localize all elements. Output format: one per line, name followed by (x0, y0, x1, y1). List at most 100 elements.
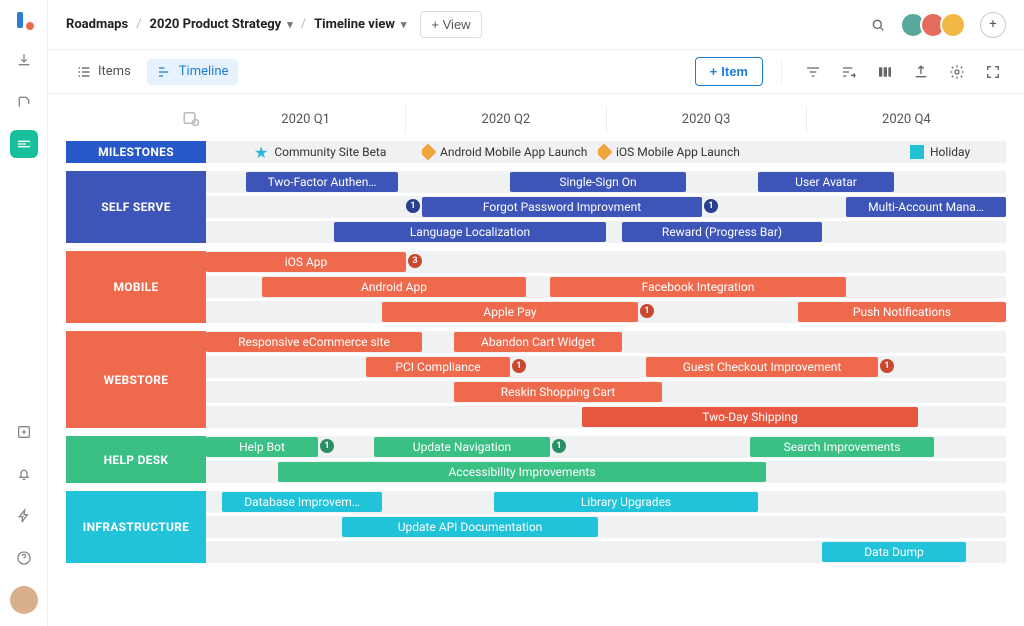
timeline-bar[interactable]: Multi-Account Mana… (846, 197, 1006, 217)
timeline-row: Responsive eCommerce site Abandon Cart Wi… (206, 331, 1006, 353)
milestone-marker[interactable]: iOS Mobile App Launch (598, 142, 740, 162)
bar-label: Reward (Progress Bar) (662, 225, 782, 239)
bar-label: Two-Factor Authen… (268, 175, 377, 189)
swimlane-label[interactable]: WEBSTORE (66, 331, 206, 428)
count-badge[interactable]: 1 (880, 359, 894, 373)
timeline-bar[interactable]: Single-Sign On (510, 172, 686, 192)
bar-label: Facebook Integration (642, 280, 755, 294)
items-tab[interactable]: Items (66, 59, 141, 85)
timeline-bar[interactable]: Database Improvem… (222, 492, 382, 512)
timeline-bar[interactable]: Data Dump (822, 542, 966, 562)
sort-icon[interactable] (836, 59, 862, 85)
milestone-marker[interactable]: ★Community Site Beta (254, 142, 386, 162)
calendar-settings-icon[interactable] (66, 109, 206, 131)
export-icon[interactable] (908, 59, 934, 85)
milestone-marker[interactable]: Holiday (910, 142, 970, 162)
timeline-row: Two-Factor Authen… Single-Sign On User Ava… (206, 171, 1006, 193)
timeline-bar[interactable]: Facebook Integration (550, 277, 846, 297)
bar-label: Help Bot (239, 440, 285, 454)
app-logo[interactable] (13, 10, 35, 32)
bar-label: Abandon Cart Widget (481, 335, 595, 349)
count-badge[interactable]: 1 (704, 199, 718, 213)
search-icon[interactable] (864, 11, 892, 39)
add-page-icon[interactable] (10, 418, 38, 446)
timeline-bar[interactable]: Library Upgrades (494, 492, 758, 512)
timeline-bar[interactable]: Responsive eCommerce site (206, 332, 422, 352)
left-nav-rail (0, 0, 48, 626)
timeline-bar[interactable]: Android App (262, 277, 526, 297)
swimlane-label[interactable]: MILESTONES (66, 141, 206, 163)
user-avatar[interactable] (10, 586, 38, 614)
fullscreen-icon[interactable] (980, 59, 1006, 85)
bell-icon[interactable] (10, 460, 38, 488)
timeline-bar[interactable]: Push Notifications (798, 302, 1006, 322)
swimlane: INFRASTRUCTURE Database Improvem… Library … (66, 491, 1006, 563)
top-header: Roadmaps / 2020 Product Strategy▾ / Time… (48, 0, 1024, 50)
swimlane: MILESTONES ★Community Site Beta Android Mo… (66, 141, 1006, 163)
swimlane-label[interactable]: HELP DESK (66, 436, 206, 483)
timeline-bar[interactable]: Two-Day Shipping (582, 407, 918, 427)
timeline-bar[interactable]: Accessibility Improvements (278, 462, 766, 482)
count-badge[interactable]: 3 (408, 254, 422, 268)
timeline-bar[interactable]: Two-Factor Authen… (246, 172, 398, 192)
timeline-bar[interactable]: User Avatar (758, 172, 894, 192)
timeline-row: Forgot Password Improvment 1 1 Multi-Accoun… (206, 196, 1006, 218)
download-icon[interactable] (10, 46, 38, 74)
timeline-bar[interactable]: Guest Checkout Improvement (646, 357, 878, 377)
count-badge[interactable]: 1 (640, 304, 654, 318)
count-badge[interactable]: 1 (552, 439, 566, 453)
bar-label: Reskin Shopping Cart (501, 385, 616, 399)
breadcrumb-view[interactable]: Timeline view▾ (314, 17, 406, 32)
gear-icon[interactable] (944, 59, 970, 85)
timeline-bar[interactable]: Reskin Shopping Cart (454, 382, 662, 402)
bar-label: Data Dump (864, 545, 924, 559)
timeline-row: ★Community Site Beta Android Mobile App L… (206, 141, 1006, 163)
roadmap-icon[interactable] (10, 130, 38, 158)
count-badge[interactable]: 1 (406, 199, 420, 213)
bar-label: iOS App (285, 255, 328, 269)
bar-label: Apple Pay (483, 305, 536, 319)
timeline-bar[interactable]: Forgot Password Improvment (422, 197, 702, 217)
breadcrumb-root[interactable]: Roadmaps (66, 17, 128, 32)
timeline-bar[interactable]: Reward (Progress Bar) (622, 222, 822, 242)
chevron-down-icon: ▾ (401, 18, 407, 31)
milestone-label: Community Site Beta (274, 145, 386, 159)
columns-icon[interactable] (872, 59, 898, 85)
timeline-bar[interactable]: PCI Compliance (366, 357, 510, 377)
avatar[interactable] (940, 12, 966, 38)
timeline-bar[interactable]: Help Bot (206, 437, 318, 457)
bar-label: Multi-Account Mana… (868, 200, 984, 214)
milestone-marker[interactable]: Android Mobile App Launch (422, 142, 587, 162)
timeline-bar[interactable]: Update Navigation (374, 437, 550, 457)
lightning-icon[interactable] (10, 502, 38, 530)
timeline-tab[interactable]: Timeline (147, 59, 239, 85)
bar-label: Forgot Password Improvment (483, 200, 641, 214)
invite-button[interactable]: + (980, 12, 1006, 38)
count-badge[interactable]: 1 (512, 359, 526, 373)
bar-label: Language Localization (410, 225, 530, 239)
breadcrumb-project[interactable]: 2020 Product Strategy▾ (150, 17, 293, 32)
timeline-bar[interactable]: Abandon Cart Widget (454, 332, 622, 352)
bar-label: Responsive eCommerce site (238, 335, 390, 349)
timeline-row: PCI Compliance1Guest Checkout Improvemen… (206, 356, 1006, 378)
add-item-button[interactable]: +Item (695, 57, 763, 86)
timeline-bar[interactable]: Update API Documentation (342, 517, 598, 537)
branch-icon[interactable] (10, 88, 38, 116)
chevron-down-icon: ▾ (287, 18, 293, 31)
add-view-button[interactable]: + View (420, 11, 481, 38)
swimlane-label[interactable]: MOBILE (66, 251, 206, 323)
swimlane-label[interactable]: SELF SERVE (66, 171, 206, 243)
milestone-label: iOS Mobile App Launch (616, 145, 740, 159)
help-icon[interactable] (10, 544, 38, 572)
presence-avatars[interactable] (906, 12, 966, 38)
timeline-bar[interactable]: Search Improvements (750, 437, 934, 457)
swimlane-label[interactable]: INFRASTRUCTURE (66, 491, 206, 563)
bar-label: Update Navigation (413, 440, 511, 454)
filter-icon[interactable] (800, 59, 826, 85)
timeline-bar[interactable]: iOS App (206, 252, 406, 272)
timeline-row: Two-Day Shipping (206, 406, 1006, 428)
timeline-bar[interactable]: Apple Pay (382, 302, 638, 322)
count-badge[interactable]: 1 (320, 439, 334, 453)
timeline-bar[interactable]: Language Localization (334, 222, 606, 242)
milestone-label: Android Mobile App Launch (440, 145, 587, 159)
